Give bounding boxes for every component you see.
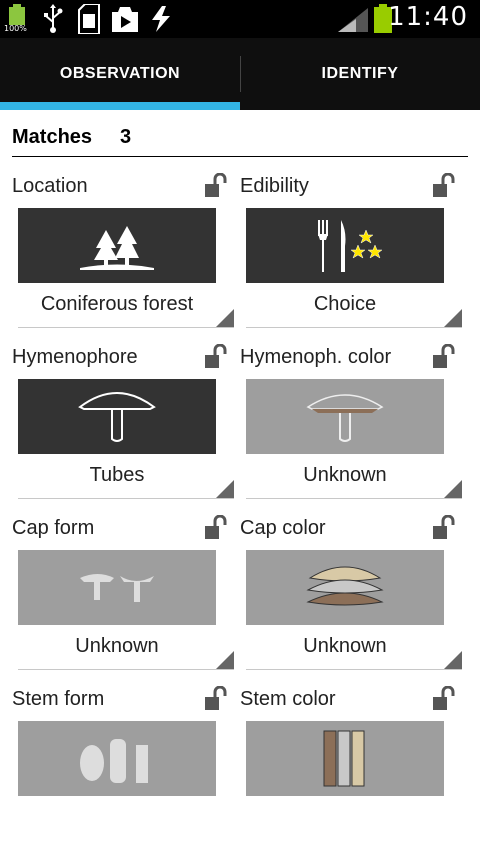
edibility-image[interactable] bbox=[246, 208, 444, 283]
stem-form-icon bbox=[80, 739, 148, 783]
field-label: Location bbox=[12, 175, 88, 197]
matches-count: 3 bbox=[120, 126, 132, 148]
field-hymenophore-color: Hymenoph. color Unknown bbox=[240, 344, 468, 517]
spinner-value: Coniferous forest bbox=[40, 293, 194, 315]
spinner-value: Choice bbox=[313, 293, 377, 315]
lock-open-icon[interactable] bbox=[204, 173, 230, 199]
dropdown-triangle-icon bbox=[444, 651, 462, 669]
cap-form-icon bbox=[80, 574, 154, 602]
matches-label: Matches bbox=[12, 126, 93, 148]
field-label: Stem color bbox=[240, 688, 336, 710]
dropdown-triangle-icon bbox=[216, 651, 234, 669]
spinner-value: Tubes bbox=[89, 464, 145, 486]
play-store-icon bbox=[110, 4, 140, 38]
mushroom-tubes-icon bbox=[78, 392, 156, 442]
cap-form-spinner[interactable]: Unknown bbox=[18, 629, 234, 670]
lock-open-icon[interactable] bbox=[432, 686, 458, 712]
cap-color-spinner[interactable]: Unknown bbox=[246, 629, 462, 670]
field-stem-form: Stem form bbox=[12, 686, 240, 859]
lock-open-icon[interactable] bbox=[204, 686, 230, 712]
location-spinner[interactable]: Coniferous forest bbox=[18, 287, 234, 328]
lock-open-icon[interactable] bbox=[204, 344, 230, 370]
cap-color-image[interactable] bbox=[246, 550, 444, 625]
selected-tab-indicator bbox=[0, 102, 240, 110]
divider bbox=[12, 156, 468, 157]
field-label: Stem form bbox=[12, 688, 105, 710]
field-edibility: Edibility Choice bbox=[240, 173, 468, 346]
field-label: Hymenophore bbox=[12, 346, 138, 368]
lock-open-icon[interactable] bbox=[204, 515, 230, 541]
field-label: Edibility bbox=[240, 175, 309, 197]
coniferous-forest-icon bbox=[80, 226, 154, 270]
dropdown-triangle-icon bbox=[216, 480, 234, 498]
field-cap-form: Cap form Unknown bbox=[12, 515, 240, 688]
stem-form-image[interactable] bbox=[18, 721, 216, 796]
usb-icon bbox=[42, 4, 64, 38]
lock-open-icon[interactable] bbox=[432, 173, 458, 199]
field-cap-color: Cap color Unknown bbox=[240, 515, 468, 688]
lock-open-icon[interactable] bbox=[432, 344, 458, 370]
dropdown-triangle-icon bbox=[216, 309, 234, 327]
cap-color-icon bbox=[306, 566, 384, 606]
matches-summary: Matches 3 bbox=[12, 126, 131, 149]
spinner-underline bbox=[18, 327, 234, 328]
clock: 11:40 bbox=[388, 2, 468, 32]
fork-knife-stars-icon bbox=[318, 220, 383, 272]
spinner-underline bbox=[18, 669, 234, 670]
field-label: Cap color bbox=[240, 517, 326, 539]
dropdown-triangle-icon bbox=[444, 480, 462, 498]
sync-icon bbox=[148, 4, 174, 38]
battery-percent-text: 100% bbox=[4, 24, 27, 33]
hymenophore-color-image[interactable] bbox=[246, 379, 444, 454]
spinner-underline bbox=[246, 327, 462, 328]
field-label: Hymenoph. color bbox=[240, 346, 392, 368]
battery-full-icon: 100% bbox=[4, 2, 32, 38]
observation-form[interactable]: Matches 3 Location Coniferous forest Edib… bbox=[0, 110, 480, 800]
spinner-value: Unknown bbox=[75, 635, 159, 657]
tab-observation[interactable]: OBSERVATION bbox=[0, 38, 240, 110]
field-location: Location Coniferous forest bbox=[12, 173, 240, 346]
dropdown-triangle-icon bbox=[444, 309, 462, 327]
spinner-underline bbox=[246, 498, 462, 499]
stem-color-icon bbox=[323, 730, 365, 787]
cap-form-image[interactable] bbox=[18, 550, 216, 625]
edibility-spinner[interactable]: Choice bbox=[246, 287, 462, 328]
field-label: Cap form bbox=[12, 517, 95, 539]
hymenophore-spinner[interactable]: Tubes bbox=[18, 458, 234, 499]
location-image[interactable] bbox=[18, 208, 216, 283]
stem-color-image[interactable] bbox=[246, 721, 444, 796]
spinner-underline bbox=[18, 498, 234, 499]
signal-icon bbox=[336, 6, 370, 38]
mushroom-color-icon bbox=[306, 394, 384, 442]
hymenophore-image[interactable] bbox=[18, 379, 216, 454]
spinner-value: Unknown bbox=[303, 464, 387, 486]
tab-bar: OBSERVATION IDENTIFY bbox=[0, 38, 480, 110]
hymenophore-color-spinner[interactable]: Unknown bbox=[246, 458, 462, 499]
spinner-value: Unknown bbox=[303, 635, 387, 657]
spinner-underline bbox=[246, 669, 462, 670]
status-bar: 100% 11:40 bbox=[0, 0, 480, 38]
field-hymenophore: Hymenophore Tubes bbox=[12, 344, 240, 517]
tab-identify[interactable]: IDENTIFY bbox=[240, 38, 480, 110]
sd-card-icon bbox=[76, 3, 102, 38]
field-stem-color: Stem color bbox=[240, 686, 468, 859]
lock-open-icon[interactable] bbox=[432, 515, 458, 541]
